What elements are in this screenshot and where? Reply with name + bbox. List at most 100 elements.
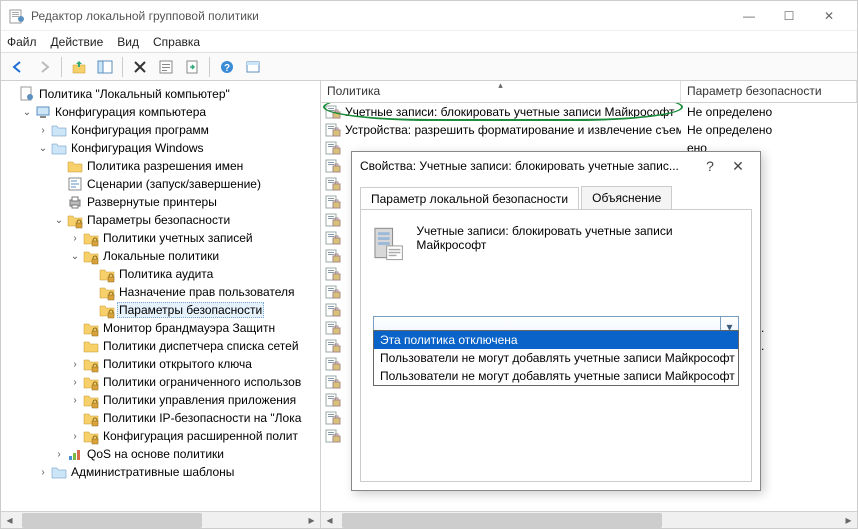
dropdown-option[interactable]: Эта политика отключена [374,331,738,349]
tree-item-label: Конфигурация программ [69,123,211,137]
chevron-right-icon[interactable]: › [69,359,81,370]
tree-item-label: Политики учетных записей [101,231,255,245]
tab-explanation[interactable]: Объяснение [581,186,672,209]
tree-item[interactable]: ⌄Конфигурация Windows [1,139,320,157]
back-button[interactable] [7,56,29,78]
dropdown-option[interactable]: Пользователи не могут добавлять учетные … [374,349,738,367]
tree-item[interactable]: Монитор брандмауэра Защитн [1,319,320,337]
policy-name-label: Учетные записи: блокировать учетные запи… [416,222,739,252]
help-button[interactable]: ? [216,56,238,78]
chevron-right-icon[interactable]: › [69,395,81,406]
chevron-right-icon[interactable]: › [37,125,49,136]
sort-indicator-icon: ▴ [498,81,503,91]
chevron-down-icon[interactable]: ⌄ [69,251,81,262]
menu-file[interactable]: Файл [7,35,37,49]
tree-item-label: Политика "Локальный компьютер" [37,87,232,101]
scroll-left-icon[interactable]: ◂ [1,512,18,529]
tree-item[interactable]: ⌄Локальные политики [1,247,320,265]
chevron-down-icon[interactable]: ⌄ [37,143,49,154]
svg-text:?: ? [224,63,230,74]
dialog-tabs: Параметр локальной безопасности Объяснен… [352,180,760,209]
tree-item[interactable]: ⌄ Параметры безопасности [1,211,320,229]
folder-blue-icon [51,464,67,480]
policy-row[interactable]: Устройства: разрешить форматирование и и… [321,121,857,139]
export-button[interactable] [181,56,203,78]
refresh-button[interactable] [242,56,264,78]
tree-item[interactable]: ›Политики ограниченного использов [1,373,320,391]
chevron-right-icon[interactable]: › [69,377,81,388]
tree-item-label: Политика аудита [117,267,215,281]
policy-item-icon [325,105,341,119]
up-button[interactable] [68,56,90,78]
scroll-right-icon[interactable]: ▸ [840,512,857,529]
delete-button[interactable] [129,56,151,78]
tree-item[interactable]: › Политики учетных записей [1,229,320,247]
tree-item[interactable]: Политики диспетчера списка сетей [1,337,320,355]
policy-item-icon [325,267,341,281]
tree-item-label: Конфигурация компьютера [53,105,208,119]
tree-item[interactable]: ›Политики управления приложения [1,391,320,409]
chevron-down-icon[interactable]: ⌄ [53,215,65,226]
column-header-policy[interactable]: Политика▴ [321,81,681,102]
qos-icon [67,446,83,462]
chevron-right-icon[interactable]: › [69,431,81,442]
show-hide-tree-button[interactable] [94,56,116,78]
dialog-help-button[interactable]: ? [696,154,724,178]
tree-item[interactable]: ⌄ Конфигурация компьютера [1,103,320,121]
tree-item[interactable]: Развернутые принтеры [1,193,320,211]
folder-lock-icon [83,374,99,390]
scroll-thumb[interactable] [342,513,662,528]
menu-action[interactable]: Действие [51,35,104,49]
tree-item[interactable]: Параметры безопасности [1,301,320,319]
forward-button[interactable] [33,56,55,78]
tab-local-security-param[interactable]: Параметр локальной безопасности [360,187,579,210]
tree-scrollbar-h[interactable]: ◂ ▸ [1,511,320,528]
tree-item[interactable]: ›Конфигурация расширенной полит [1,427,320,445]
tree-item-label: Политики диспетчера списка сетей [101,339,301,353]
scroll-left-icon[interactable]: ◂ [321,512,338,529]
dialog-close-button[interactable]: ✕ [724,154,752,178]
tree-item-label: Назначение прав пользователя [117,285,297,299]
tree-item[interactable]: ›QoS на основе политики [1,445,320,463]
column-header-security-param[interactable]: Параметр безопасности [681,81,857,102]
folder-lock-icon [67,212,83,228]
tree-item[interactable]: Политика аудита [1,265,320,283]
scroll-thumb[interactable] [22,513,202,528]
list-scrollbar-h[interactable]: ◂ ▸ [321,511,857,528]
tree-item[interactable]: Политика разрешения имен [1,157,320,175]
folder-lock-icon [83,320,99,336]
chevron-right-icon[interactable]: › [53,449,65,460]
policy-item-icon [325,411,341,425]
menu-view[interactable]: Вид [117,35,139,49]
tree-item[interactable]: Сценарии (запуск/завершение) [1,175,320,193]
policy-row[interactable]: Учетные записи: блокировать учетные запи… [321,103,857,121]
policy-value-cell: Не определено [681,123,857,137]
dialog-title: Свойства: Учетные записи: блокировать уч… [360,159,696,173]
tree-item[interactable]: Политика "Локальный компьютер" [1,85,320,103]
tree-item-label: Параметры безопасности [85,213,232,227]
properties-button[interactable] [155,56,177,78]
tree-item[interactable]: Назначение прав пользователя [1,283,320,301]
dropdown-option[interactable]: Пользователи не могут добавлять учетные … [374,367,738,385]
policy-item-icon [325,249,341,263]
tree-item[interactable]: Политики IP-безопасности на "Лока [1,409,320,427]
minimize-button[interactable]: — [729,1,769,31]
tree-item[interactable]: ›Политики открытого ключа [1,355,320,373]
policy-item-icon [325,393,341,407]
policy-item-icon [325,429,341,443]
chevron-down-icon[interactable]: ⌄ [21,107,33,118]
folder-lock-icon [99,302,115,318]
tree-item[interactable]: › Конфигурация программ [1,121,320,139]
computer-icon [35,104,51,120]
printer-icon [67,194,83,210]
maximize-button[interactable]: ☐ [769,1,809,31]
menu-help[interactable]: Справка [153,35,200,49]
chevron-right-icon[interactable]: › [37,467,49,478]
scroll-right-icon[interactable]: ▸ [303,512,320,529]
close-button[interactable]: ✕ [809,1,849,31]
folder-lock-icon [99,266,115,282]
folder-lock-icon [83,428,99,444]
chevron-right-icon[interactable]: › [69,233,81,244]
tree-item[interactable]: ›Административные шаблоны [1,463,320,481]
tree-pane[interactable]: Политика "Локальный компьютер"⌄Конфигура… [1,81,321,528]
